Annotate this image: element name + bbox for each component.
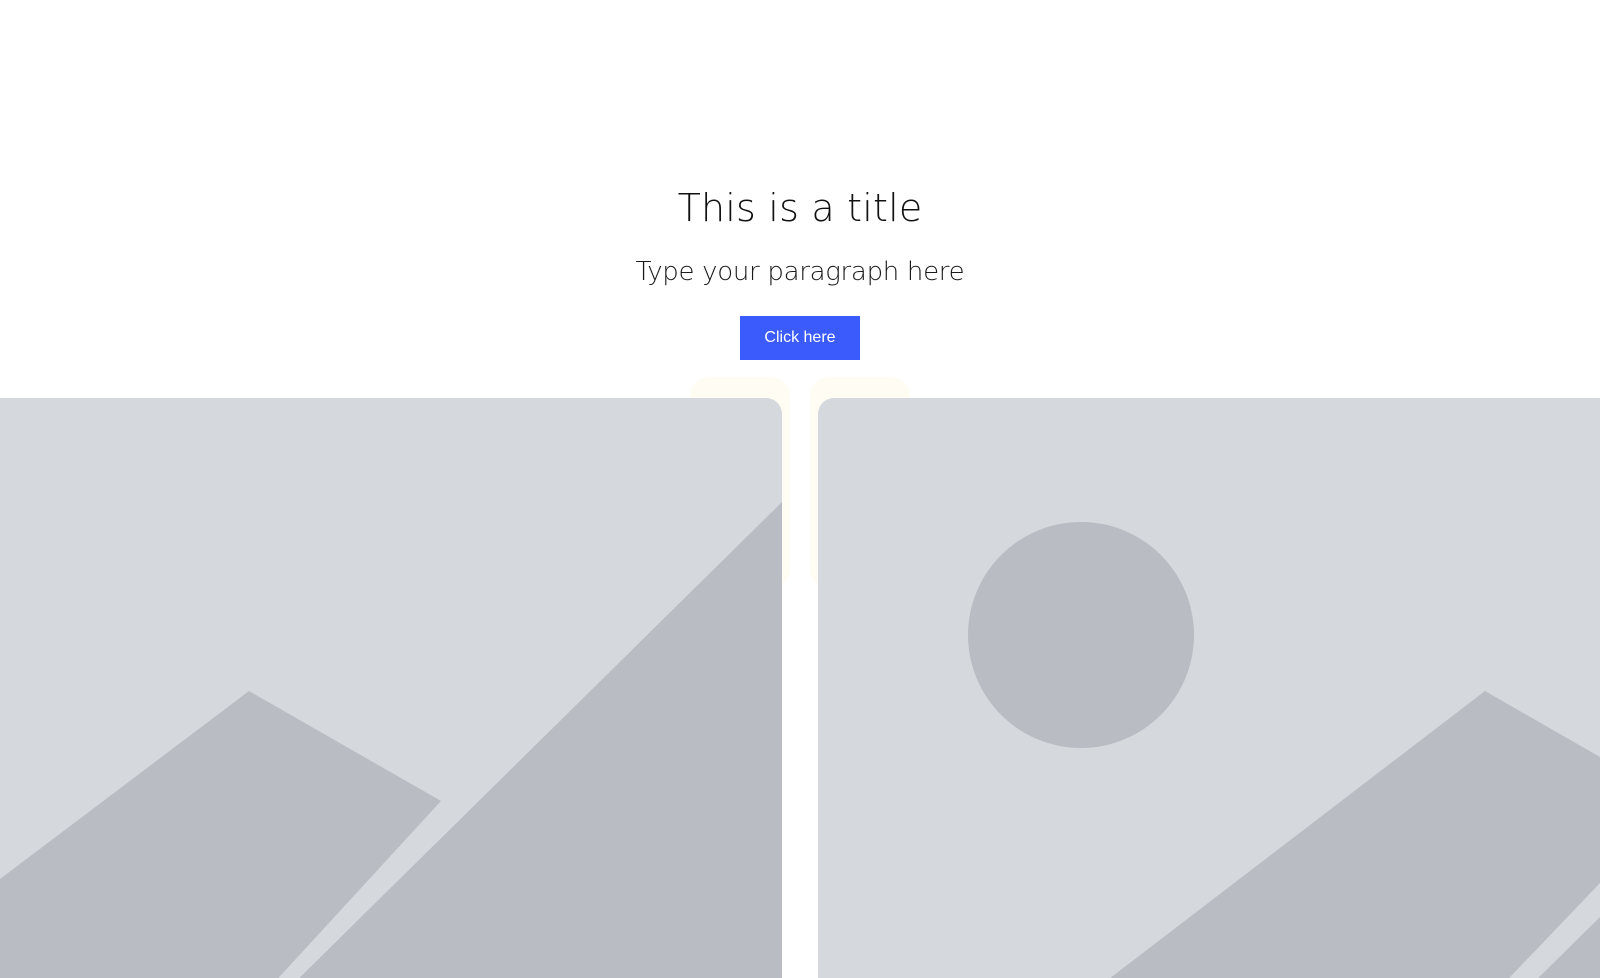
hero-paragraph: Type your paragraph here <box>635 257 965 287</box>
page: This is a title Type your paragraph here… <box>0 0 1600 978</box>
image-placeholder-icon <box>818 398 1600 978</box>
page-title: This is a title <box>677 186 923 230</box>
image-placeholder-left <box>0 398 782 978</box>
image-placeholder-icon <box>0 398 782 978</box>
image-placeholder-right <box>818 398 1600 978</box>
click-here-button[interactable]: Click here <box>740 316 860 360</box>
